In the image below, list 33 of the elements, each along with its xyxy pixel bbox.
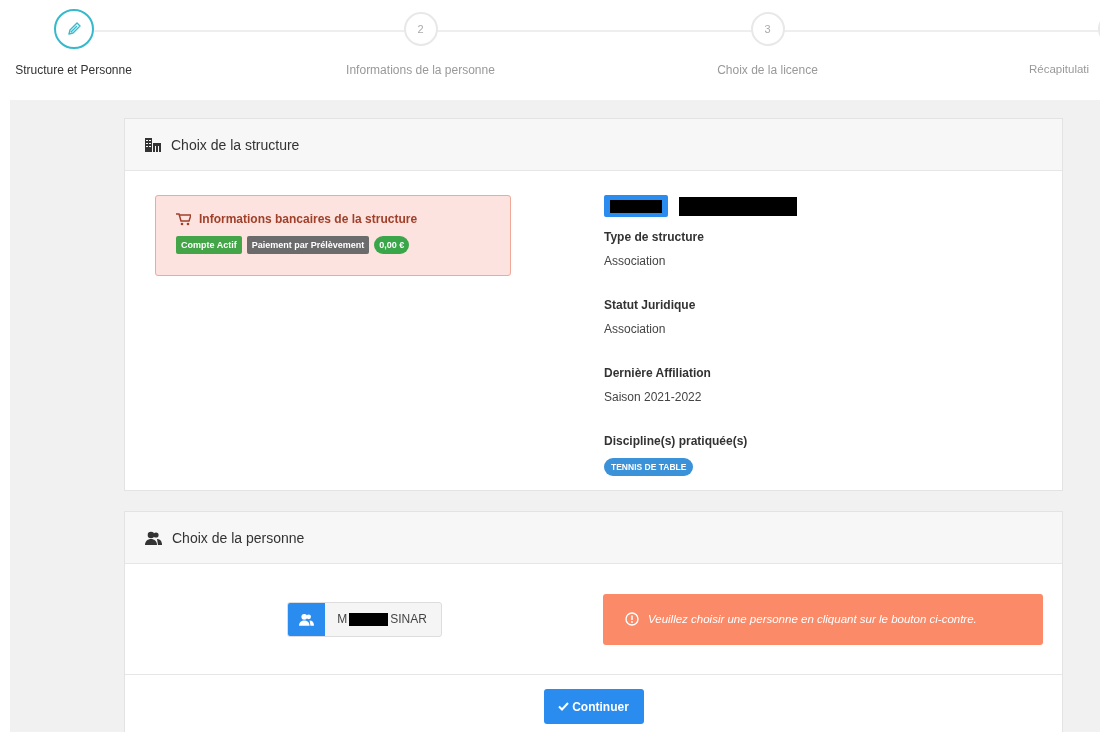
field-label: Statut Juridique	[604, 298, 697, 312]
card-title: Choix de la personne	[172, 529, 305, 546]
pencil-icon	[65, 21, 82, 37]
alert-title: Informations bancaires de la structure	[199, 212, 418, 226]
person-name: SINAR	[390, 612, 427, 626]
field-label: Dernière Affiliation	[604, 366, 712, 380]
field-value: Saison 2021-2022	[604, 390, 703, 404]
status-badge: 0,00 €	[374, 236, 410, 254]
exclamation-circle-icon	[625, 612, 639, 626]
discipline-tag: TENNIS DE TABLE	[604, 458, 694, 476]
status-badge: Compte Actif	[176, 236, 242, 254]
step-label: Informations de la personne	[346, 63, 495, 77]
redaction-bar	[604, 195, 668, 217]
cart-icon	[176, 212, 191, 226]
card-title: Choix de la structure	[171, 136, 300, 153]
step-circle: 3	[750, 12, 785, 46]
users-icon	[299, 612, 315, 626]
check-icon	[558, 702, 570, 711]
person-name: M	[337, 612, 348, 626]
field-label: Type de structure	[604, 230, 705, 244]
status-badge: Paiement par Prélèvement	[246, 236, 370, 254]
warning-text: Veuillez choisir une personne en cliquant sur le bouton ci-contre.	[648, 613, 977, 625]
step-circle: 2	[403, 12, 438, 46]
field-label: Discipline(s) pratiquée(s)	[604, 434, 749, 448]
building-icon	[145, 137, 161, 152]
users-icon	[145, 530, 162, 545]
step-label: Récapitulati	[1029, 63, 1090, 75]
field-value: Association	[604, 322, 667, 336]
redaction-bar	[349, 612, 389, 626]
step-label: Structure et Personne	[15, 63, 132, 77]
person-button[interactable]: M SINAR	[287, 601, 442, 637]
field-value: Association	[604, 254, 667, 268]
step-label: Choix de la licence	[717, 63, 818, 77]
